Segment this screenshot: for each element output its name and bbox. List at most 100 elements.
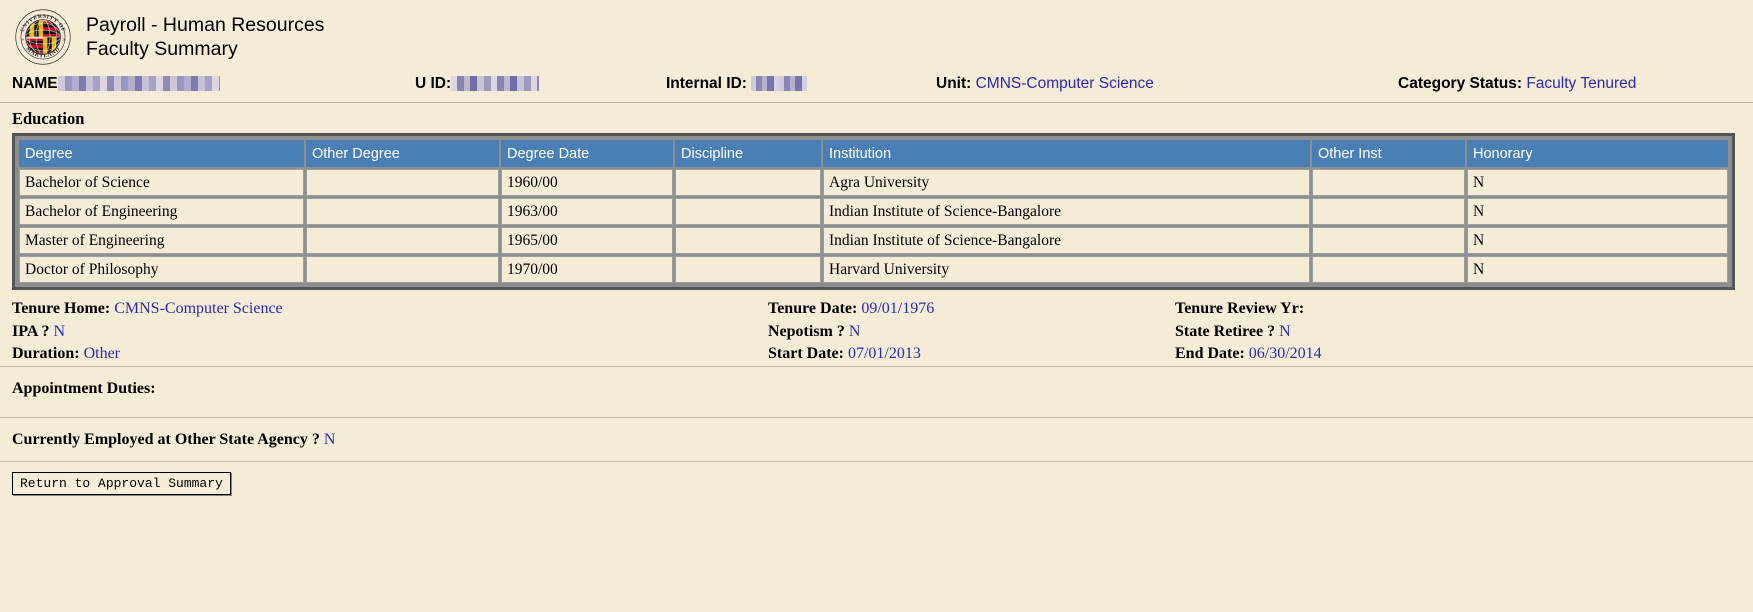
employee-category-status-label: Category Status:	[1398, 75, 1523, 92]
cell-discipline	[675, 198, 821, 225]
employee-info-bar: NAME U ID: Internal ID: Unit: CMNS-Compu…	[0, 72, 1753, 103]
cell-other-inst	[1312, 256, 1465, 283]
start-date-label: Start Date:	[768, 345, 844, 362]
tenure-details-column-2: Tenure Date: 09/01/1976 Nepotism ? N Sta…	[768, 298, 934, 366]
nepotism-value: N	[848, 322, 861, 340]
employee-category-status-field: Category Status: Faculty Tenured	[1398, 75, 1636, 93]
cell-other-degree	[306, 198, 499, 225]
cell-discipline	[675, 169, 821, 196]
education-table-header-row: Degree Other Degree Degree Date Discipli…	[19, 140, 1728, 167]
cell-discipline	[675, 227, 821, 254]
state-retiree-label: State Retiree ?	[1175, 322, 1276, 340]
other-state-agency-label: Currently Employed at Other State Agency…	[12, 431, 320, 448]
page-title: Payroll - Human Resources Faculty Summar…	[86, 13, 324, 61]
employee-internal-id-field: Internal ID:	[666, 75, 808, 93]
duration-label: Duration:	[12, 345, 80, 362]
employee-uid-field: U ID:	[415, 75, 540, 93]
return-to-approval-summary-button[interactable]: Return to Approval Summary	[12, 472, 231, 495]
page-title-line-2: Faculty Summary	[86, 38, 238, 60]
other-state-agency-value: N	[323, 431, 336, 448]
employee-uid-label: U ID:	[415, 75, 452, 92]
page-header: UNIVERSITY OF MARYLAND 18 56 Payroll - H…	[0, 0, 1753, 72]
cell-institution: Indian Institute of Science-Bangalore	[823, 198, 1310, 225]
end-date-value: 06/30/2014	[1248, 345, 1322, 362]
cell-degree-date: 1965/00	[501, 227, 673, 254]
column-header-discipline: Discipline	[675, 140, 821, 167]
tenure-home-label: Tenure Home:	[12, 300, 111, 317]
cell-degree-date: 1963/00	[501, 198, 673, 225]
end-date-label: End Date:	[1175, 345, 1245, 362]
column-header-institution: Institution	[823, 140, 1310, 167]
education-table: Degree Other Degree Degree Date Discipli…	[17, 138, 1730, 285]
cell-degree-date: 1960/00	[501, 169, 673, 196]
education-table-frame: Degree Other Degree Degree Date Discipli…	[12, 133, 1735, 290]
table-row: Bachelor of Engineering 1963/00 Indian I…	[19, 198, 1728, 225]
table-row: Doctor of Philosophy 1970/00 Harvard Uni…	[19, 256, 1728, 283]
cell-degree: Bachelor of Science	[19, 169, 304, 196]
column-header-other-inst: Other Inst	[1312, 140, 1465, 167]
cell-institution: Indian Institute of Science-Bangalore	[823, 227, 1310, 254]
column-header-other-degree: Other Degree	[306, 140, 499, 167]
cell-degree: Master of Engineering	[19, 227, 304, 254]
employee-category-status-value: Faculty Tenured	[1526, 75, 1637, 92]
tenure-date-label: Tenure Date:	[768, 300, 858, 317]
tenure-review-yr-field: Tenure Review Yr:	[1175, 298, 1322, 321]
tenure-details-section: Tenure Home: CMNS-Computer Science IPA ?…	[0, 298, 1753, 367]
employee-name-label: NAME	[12, 75, 58, 92]
employee-internal-id-redacted-value	[751, 76, 808, 91]
duration-field: Duration: Other	[12, 343, 283, 366]
cell-honorary: N	[1467, 256, 1728, 283]
cell-degree: Bachelor of Engineering	[19, 198, 304, 225]
duration-value: Other	[83, 345, 120, 362]
column-header-degree-date: Degree Date	[501, 140, 673, 167]
end-date-field: End Date: 06/30/2014	[1175, 343, 1322, 366]
column-header-honorary: Honorary	[1467, 140, 1728, 167]
employee-name-redacted-value	[57, 76, 220, 91]
appointment-duties-label: Appointment Duties:	[12, 380, 156, 397]
employee-unit-label: Unit:	[936, 75, 972, 92]
action-button-bar: Return to Approval Summary	[0, 462, 1753, 495]
ipa-value: N	[53, 322, 66, 340]
cell-other-degree	[306, 227, 499, 254]
tenure-date-value: 09/01/1976	[861, 300, 935, 317]
tenure-review-yr-label: Tenure Review Yr:	[1175, 300, 1305, 317]
page-title-line-1: Payroll - Human Resources	[86, 14, 325, 36]
cell-degree-date: 1970/00	[501, 256, 673, 283]
tenure-details-column-1: Tenure Home: CMNS-Computer Science IPA ?…	[12, 298, 283, 366]
education-section-title: Education	[12, 109, 85, 128]
appointment-duties-section: Appointment Duties:	[0, 367, 1753, 418]
cell-institution: Agra University	[823, 169, 1310, 196]
cell-other-degree	[306, 256, 499, 283]
cell-other-inst	[1312, 198, 1465, 225]
table-row: Master of Engineering 1965/00 Indian Ins…	[19, 227, 1728, 254]
cell-honorary: N	[1467, 169, 1728, 196]
cell-institution: Harvard University	[823, 256, 1310, 283]
tenure-home-value: CMNS-Computer Science	[114, 300, 283, 317]
svg-text:18: 18	[20, 37, 24, 41]
nepotism-field: Nepotism ? N	[768, 321, 934, 344]
start-date-field: Start Date: 07/01/2013	[768, 343, 934, 366]
cell-discipline	[675, 256, 821, 283]
tenure-details-column-3: Tenure Review Yr: State Retiree ? N End …	[1175, 298, 1322, 366]
ipa-field: IPA ? N	[12, 321, 283, 344]
tenure-date-field: Tenure Date: 09/01/1976	[768, 298, 934, 321]
university-of-maryland-seal-icon: UNIVERSITY OF MARYLAND 18 56	[14, 8, 72, 66]
employee-uid-redacted-value	[451, 76, 540, 91]
cell-degree: Doctor of Philosophy	[19, 256, 304, 283]
other-state-agency-section: Currently Employed at Other State Agency…	[0, 418, 1753, 462]
start-date-value: 07/01/2013	[847, 345, 921, 362]
cell-honorary: N	[1467, 227, 1728, 254]
cell-other-degree	[306, 169, 499, 196]
ipa-label: IPA ?	[12, 322, 50, 340]
state-retiree-value: N	[1279, 322, 1291, 340]
state-retiree-field: State Retiree ? N	[1175, 321, 1322, 344]
cell-other-inst	[1312, 227, 1465, 254]
column-header-degree: Degree	[19, 140, 304, 167]
employee-internal-id-label: Internal ID:	[666, 75, 747, 92]
employee-name-field: NAME	[12, 75, 220, 93]
svg-text:56: 56	[62, 37, 66, 41]
tenure-home-field: Tenure Home: CMNS-Computer Science	[12, 298, 283, 321]
employee-unit-value: CMNS-Computer Science	[975, 75, 1154, 92]
cell-honorary: N	[1467, 198, 1728, 225]
cell-other-inst	[1312, 169, 1465, 196]
